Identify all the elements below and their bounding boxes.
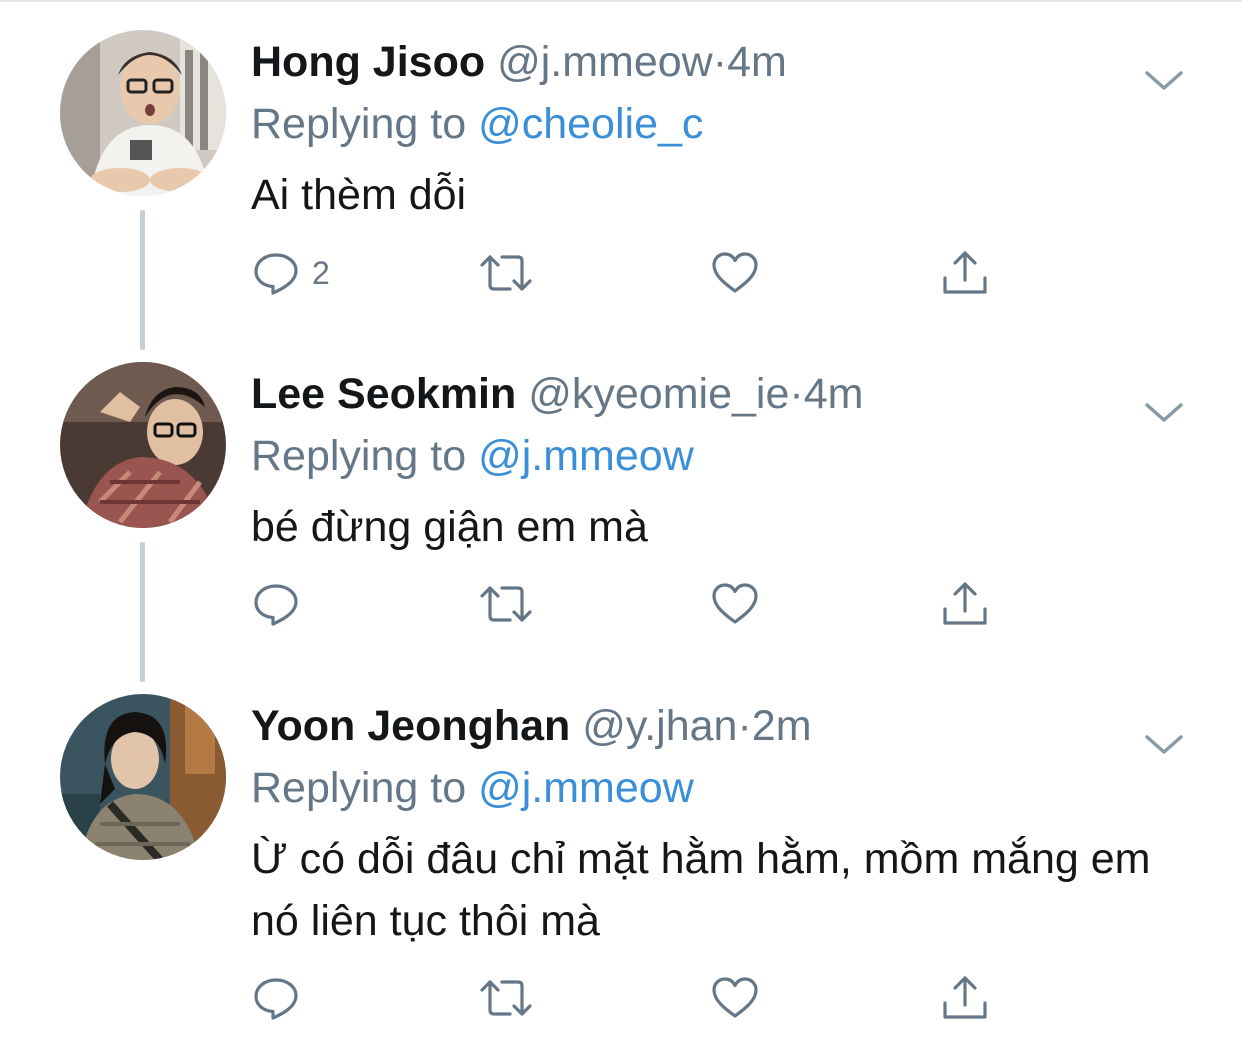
speech-bubble-icon [254,978,298,1020]
tweet-text: Ai thèm dỗi [251,171,467,219]
tweet-header: Hong Jisoo @j.mmeow·4m [251,36,787,88]
retweet-button[interactable] [478,576,534,632]
replying-to: Replying to @j.mmeow [251,762,694,814]
replying-to-label: Replying to [251,432,479,480]
share-icon [943,582,987,625]
share-button[interactable] [940,576,990,632]
username[interactable]: @j.mmeow [497,38,713,86]
share-icon [943,251,987,294]
retweet-button[interactable] [478,970,534,1026]
replying-to: Replying to @cheolie_c [251,98,703,150]
heart-icon [712,977,758,1018]
replying-to: Replying to @j.mmeow [251,430,694,482]
retweet-icon [480,980,532,1016]
chevron-down-icon[interactable] [1143,66,1185,96]
top-divider [0,0,1242,2]
tweet-header: Yoon Jeonghan @y.jhan·2m [251,700,812,752]
replying-to-mention[interactable]: @cheolie_c [478,100,703,148]
timestamp[interactable]: 4m [727,38,787,86]
tweet-actions: 2 [252,245,1012,301]
timestamp[interactable]: 4m [804,370,864,418]
display-name[interactable]: Hong Jisoo [251,38,485,86]
username[interactable]: @y.jhan [582,702,737,750]
display-name[interactable]: Yoon Jeonghan [251,702,570,750]
thread-connector-line [140,542,145,682]
thread-connector-line [140,210,145,350]
share-button[interactable] [940,970,990,1026]
retweet-icon [480,586,532,622]
like-button[interactable] [710,970,760,1026]
timestamp[interactable]: 2m [752,702,812,750]
heart-icon [712,583,758,624]
replying-to-mention[interactable]: @j.mmeow [478,432,694,480]
avatar-photo-icon [60,30,226,196]
share-icon [943,976,987,1019]
retweet-button[interactable] [478,245,534,301]
replying-to-label: Replying to [251,100,479,148]
reply-button[interactable] [252,970,312,1026]
tweet-text: Ừ có dỗi đâu chỉ mặt hằm hằm, mồm mắng e… [251,835,1151,945]
reply-button[interactable] [252,576,312,632]
avatar[interactable] [60,362,226,528]
avatar[interactable] [60,30,226,196]
chevron-down-icon[interactable] [1143,398,1185,428]
separator-dot: · [789,370,804,418]
chevron-down-icon[interactable] [1143,730,1185,760]
speech-bubble-icon [254,253,298,295]
separator-dot: · [712,38,728,86]
tweet-actions [252,970,1012,1026]
username[interactable]: @kyeomie_ie [528,370,789,418]
reply-button[interactable]: 2 [252,245,330,301]
reply-count: 2 [312,254,330,291]
avatar[interactable] [60,694,226,860]
display-name[interactable]: Lee Seokmin [251,370,516,418]
replying-to-label: Replying to [251,764,479,812]
separator-dot: · [737,702,752,750]
tweet-actions [252,576,1012,632]
like-button[interactable] [710,576,760,632]
heart-icon [712,252,758,293]
replying-to-mention[interactable]: @j.mmeow [478,764,694,812]
speech-bubble-icon [254,584,298,626]
like-button[interactable] [710,245,760,301]
share-button[interactable] [940,245,990,301]
tweet-header: Lee Seokmin @kyeomie_ie·4m [251,368,863,420]
avatar-photo-icon [60,694,226,860]
tweet-text: bé đừng giận em mà [251,503,648,551]
retweet-icon [480,255,532,291]
avatar-photo-icon [60,362,226,528]
